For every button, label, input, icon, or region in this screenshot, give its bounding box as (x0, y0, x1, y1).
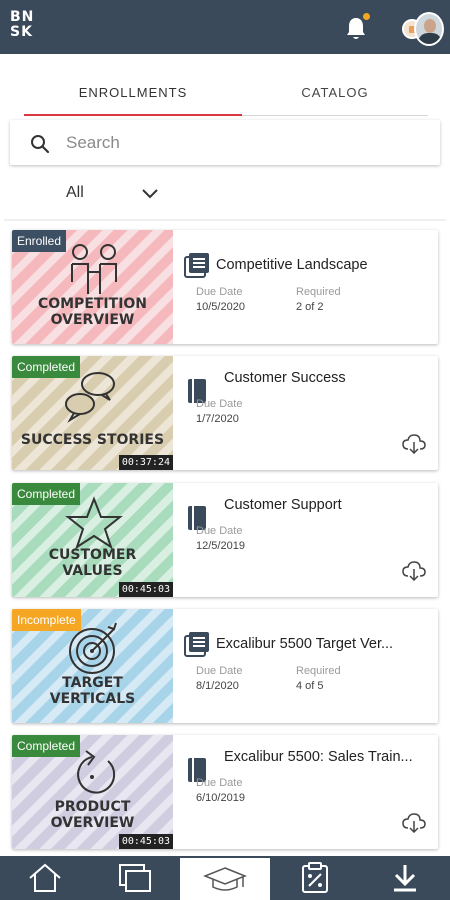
due-date-value: 10/5/2020 (196, 301, 245, 313)
course-thumbnail: SUCCESS STORIES Completed 00:37:24 (12, 356, 173, 470)
due-date-label: Due Date (196, 286, 243, 298)
notification-dot (363, 13, 370, 20)
app-header: BN SK (0, 0, 450, 54)
due-date-value: 1/7/2020 (196, 413, 239, 425)
due-date-value: 8/1/2020 (196, 680, 239, 692)
profile-photo (414, 12, 444, 46)
thumbnail-caption: COMPETITION (37, 296, 148, 312)
course-info: Customer Support Due Date 12/5/2019 (184, 483, 434, 597)
required-value: 2 of 2 (296, 301, 324, 313)
duration-badge: 00:45:03 (118, 834, 173, 849)
thumbnail-caption-2: OVERVIEW (50, 312, 135, 328)
thumbnail-caption-2: VALUES (62, 563, 123, 579)
status-badge: Enrolled (12, 230, 67, 252)
course-card[interactable]: TARGET VERTICALS Incomplete Excalibur 55… (12, 609, 438, 723)
logo-line-2: SK (10, 24, 33, 40)
status-badge: Completed (12, 483, 81, 505)
due-date-label: Due Date (196, 665, 243, 677)
required-value: 4 of 5 (296, 680, 324, 692)
search-bar (10, 120, 440, 165)
thumbnail-caption: CUSTOMER (48, 547, 137, 563)
course-title: Excalibur 5500: Sales Train... (224, 749, 413, 765)
due-date-label: Due Date (196, 525, 243, 537)
thumbnail-caption: TARGET (62, 675, 123, 691)
due-date-value: 12/5/2019 (196, 540, 245, 552)
due-date-label: Due Date (196, 777, 243, 789)
course-thumbnail: CUSTOMER VALUES Completed 00:45:03 (12, 483, 173, 597)
thumbnail-caption: SUCCESS STORIES (20, 432, 165, 448)
course-thumbnail: PRODUCT OVERVIEW Completed 00:45:03 (12, 735, 173, 849)
duration-badge: 00:37:24 (118, 455, 173, 470)
filter-selected-value: All (66, 184, 84, 201)
home-icon (29, 863, 61, 892)
chevron-down-icon (142, 189, 158, 199)
cloud-download-icon[interactable] (402, 561, 426, 581)
download-icon (394, 865, 416, 892)
course-thumbnail: TARGET VERTICALS Incomplete (12, 609, 173, 723)
nav-home[interactable] (0, 856, 90, 900)
bottom-nav (0, 856, 450, 900)
course-info: Customer Success Due Date 1/7/2020 (184, 356, 434, 470)
status-badge: Incomplete (12, 609, 81, 631)
divider (4, 219, 446, 221)
library-icon (119, 864, 151, 892)
tab-catalog[interactable]: CATALOG (242, 79, 428, 116)
course-title: Excalibur 5500 Target Ver... (216, 636, 394, 652)
cloud-download-icon[interactable] (402, 813, 426, 833)
nav-courses[interactable] (180, 856, 270, 900)
duration-badge: 00:45:03 (118, 582, 173, 597)
search-input[interactable] (66, 130, 426, 156)
status-badge: Completed (12, 735, 81, 757)
user-avatar[interactable] (400, 12, 444, 48)
required-label: Required (296, 665, 341, 677)
main-content: ENROLLMENTS CATALOG All COMPETITION OVER… (0, 54, 450, 856)
course-card[interactable]: CUSTOMER VALUES Completed 00:45:03 Custo… (12, 483, 438, 597)
course-info: Competitive Landscape Due Date 10/5/2020… (184, 230, 434, 344)
search-icon (31, 135, 50, 154)
filter-dropdown[interactable]: All (66, 184, 166, 208)
tab-bar: ENROLLMENTS CATALOG (24, 79, 428, 116)
course-thumbnail: COMPETITION OVERVIEW Enrolled (12, 230, 173, 344)
nav-library[interactable] (90, 856, 180, 900)
course-info: Excalibur 5500 Target Ver... Due Date 8/… (184, 609, 434, 723)
course-title: Customer Success (224, 370, 346, 386)
clipboard-icon (302, 862, 328, 893)
bell-icon[interactable] (345, 16, 367, 42)
due-date-value: 6/10/2019 (196, 792, 245, 804)
thumbnail-caption: PRODUCT (54, 799, 131, 815)
course-card[interactable]: COMPETITION OVERVIEW Enrolled Competitiv… (12, 230, 438, 344)
nav-downloads[interactable] (360, 856, 450, 900)
due-date-label: Due Date (196, 398, 243, 410)
graduation-cap-icon (203, 867, 247, 891)
thumbnail-caption-2: OVERVIEW (50, 815, 135, 831)
course-card[interactable]: PRODUCT OVERVIEW Completed 00:45:03 Exca… (12, 735, 438, 849)
course-list-icon (184, 632, 209, 657)
course-title: Customer Support (224, 497, 342, 513)
course-card[interactable]: SUCCESS STORIES Completed 00:37:24 Custo… (12, 356, 438, 470)
nav-assignments[interactable] (270, 856, 360, 900)
logo-line-1: BN (10, 9, 35, 25)
course-title: Competitive Landscape (216, 257, 368, 273)
course-list-icon (184, 253, 209, 278)
course-info: Excalibur 5500: Sales Train... Due Date … (184, 735, 434, 849)
app-logo[interactable]: BN SK (10, 10, 34, 40)
required-label: Required (296, 286, 341, 298)
people-handshake-icon (71, 244, 117, 294)
cloud-download-icon[interactable] (402, 434, 426, 454)
thumbnail-caption-2: VERTICALS (49, 691, 136, 707)
status-badge: Completed (12, 356, 81, 378)
tab-enrollments[interactable]: ENROLLMENTS (24, 79, 242, 116)
